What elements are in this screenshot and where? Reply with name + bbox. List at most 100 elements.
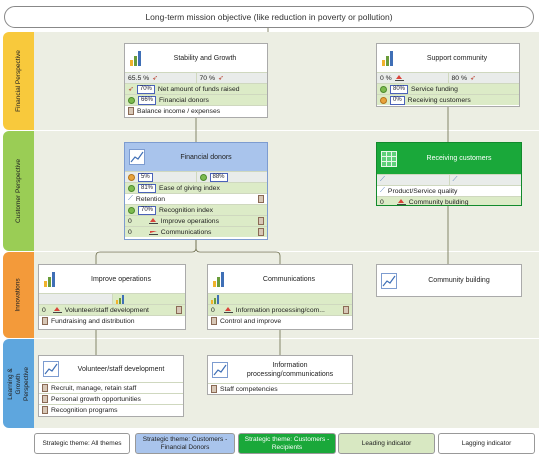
grid-chart-icon xyxy=(381,150,397,167)
bar-chart-icon xyxy=(382,51,393,66)
legend-all-themes[interactable]: Strategic theme: All themes xyxy=(34,433,130,454)
document-icon xyxy=(211,385,217,393)
document-icon xyxy=(42,406,48,414)
card-communications[interactable]: Communications 0 Information processing/… xyxy=(207,264,353,330)
line-chart-icon xyxy=(212,361,228,378)
indicator-row[interactable]: 81% Ease of giving index xyxy=(125,182,267,193)
status-dot-icon xyxy=(380,85,387,93)
document-icon xyxy=(42,384,48,392)
card-financial-donors[interactable]: Financial donors 5% 88% 81% Ease of givi… xyxy=(124,142,268,240)
card-support-community[interactable]: Support community 0 % 80 % ➶ 80% Service … xyxy=(376,43,520,107)
card-community-building[interactable]: Community building xyxy=(376,264,522,297)
indicator-label: Communications xyxy=(160,228,212,236)
legend-leading-indicator[interactable]: Leading indicator xyxy=(338,433,435,454)
card-volunteer-staff-development[interactable]: Volunteer/staff development Recruit, man… xyxy=(38,355,184,417)
indicator-row[interactable]: Recruit, manage, retain staff xyxy=(39,382,183,393)
lane-label-customer: Customer Perspective xyxy=(3,131,34,251)
card-information-processing[interactable]: Information processing/communications St… xyxy=(207,355,353,395)
card-title: Improve operations xyxy=(91,275,151,283)
lane-label-innovations: Innovations xyxy=(3,252,34,338)
indicator-row[interactable]: 80% Service funding xyxy=(377,83,519,94)
lane-label-financial: Financial Perspective xyxy=(3,32,34,130)
mission-objective-title: Long-term mission objective (like reduct… xyxy=(145,12,393,22)
trend-arrow-icon: ➶ xyxy=(470,75,476,82)
indicator-label: Fundraising and distribution xyxy=(51,317,135,325)
card-title: Volunteer/staff development xyxy=(77,365,165,373)
indicator-row[interactable]: 0 Communications xyxy=(125,226,267,237)
card-receiving-customers[interactable]: Receiving customers ⟋ ⟋ ⟋ Product/Servic… xyxy=(376,142,522,206)
indicator-value: 0 xyxy=(128,217,132,225)
right-percent: 70 % xyxy=(199,74,216,82)
indicator-value: 66% xyxy=(138,95,157,105)
trend-line-icon: ⟋ xyxy=(380,176,385,183)
line-chart-icon xyxy=(381,272,397,289)
indicator-row[interactable]: 0 Improve operations xyxy=(125,215,267,226)
flag-icon xyxy=(52,307,62,313)
flag-icon xyxy=(223,307,233,313)
status-dot-icon xyxy=(128,96,135,104)
status-dot-icon xyxy=(128,206,135,214)
indicator-label: Improve operations xyxy=(160,217,219,225)
indicator-value: 0 xyxy=(42,306,46,314)
indicator-row[interactable]: Staff competencies xyxy=(208,383,352,394)
left-percent: 0 % xyxy=(380,74,392,82)
indicator-value: 80% xyxy=(390,84,409,94)
indicator-row[interactable]: 0 Volunteer/staff development xyxy=(39,304,185,315)
card-title: Stability and Growth xyxy=(173,54,237,62)
status-dot-icon xyxy=(128,173,135,181)
bar-chart-icon xyxy=(130,51,141,66)
bar-chart-icon xyxy=(211,294,219,304)
legend-recipients[interactable]: Strategic theme: Customers - Recipients xyxy=(238,433,336,454)
legend-financial-donors[interactable]: Strategic theme: Customers - Financial D… xyxy=(135,433,235,454)
document-icon xyxy=(176,306,182,314)
left-value: 5% xyxy=(138,172,153,182)
indicator-row[interactable]: 0 Community building xyxy=(377,196,521,205)
indicator-label: Recognition programs xyxy=(51,406,118,414)
indicator-value: 70% xyxy=(138,205,157,215)
indicator-row[interactable]: 0% Receiving customers xyxy=(377,94,519,105)
trend-arrow-icon: ➶ xyxy=(218,75,224,82)
status-dot-icon xyxy=(128,184,135,192)
legend-lagging-indicator[interactable]: Lagging indicator xyxy=(438,433,535,454)
indicator-label: Retention xyxy=(135,195,166,203)
document-icon xyxy=(42,317,48,325)
indicator-row[interactable]: Fundraising and distribution xyxy=(39,315,185,326)
lane-label-learning: Learning & Growth Perspective xyxy=(3,339,34,428)
card-improve-operations[interactable]: Improve operations 0 Volunteer/staff dev… xyxy=(38,264,186,330)
indicator-row[interactable]: ⟋ Retention xyxy=(125,193,267,204)
indicator-value: 0 xyxy=(128,228,132,236)
card-title: Community building xyxy=(428,277,490,284)
indicator-row[interactable]: ⟋ Product/Service quality xyxy=(377,185,521,196)
left-percent: 65.5 % xyxy=(128,74,150,82)
flag-icon xyxy=(148,218,158,224)
indicator-row[interactable]: ➶ 70% Net amount of funds raised xyxy=(125,83,267,94)
card-stability-growth[interactable]: Stability and Growth 65.5 % ➶ 70 % ➶ ➶ 70%… xyxy=(124,43,268,118)
flag-icon xyxy=(148,231,158,235)
indicator-row[interactable]: Personal growth opportunities xyxy=(39,393,183,404)
status-dot-icon xyxy=(199,173,207,181)
indicator-row[interactable]: 66% Financial donors xyxy=(125,94,267,105)
indicator-row[interactable]: 70% Recognition index xyxy=(125,204,267,215)
line-chart-icon xyxy=(43,361,59,377)
indicator-label: Recognition index xyxy=(159,206,214,214)
card-title: Receiving customers xyxy=(426,155,492,162)
indicator-label: Recruit, manage, retain staff xyxy=(51,384,137,392)
indicator-value: 0 xyxy=(211,306,215,314)
indicator-row[interactable]: Recognition programs xyxy=(39,404,183,415)
line-chart-icon xyxy=(129,149,145,165)
indicator-value: 70% xyxy=(136,84,155,94)
trend-line-icon: ⟋ xyxy=(380,187,385,194)
indicator-label: Personal growth opportunities xyxy=(51,395,141,403)
indicator-label: Product/Service quality xyxy=(387,187,458,195)
card-title: Support community xyxy=(426,54,488,62)
document-icon xyxy=(343,306,349,314)
right-value: 88% xyxy=(209,172,228,182)
indicator-row[interactable]: 0 Information processing/com... xyxy=(208,304,352,315)
card-title: Financial donors xyxy=(180,153,232,161)
document-icon xyxy=(128,107,134,115)
indicator-label: Information processing/com... xyxy=(235,306,325,314)
indicator-row[interactable]: Control and improve xyxy=(208,315,352,326)
indicator-label: Service funding xyxy=(411,85,458,93)
indicator-row[interactable]: Balance income / expenses xyxy=(125,105,267,116)
document-icon xyxy=(258,195,264,203)
